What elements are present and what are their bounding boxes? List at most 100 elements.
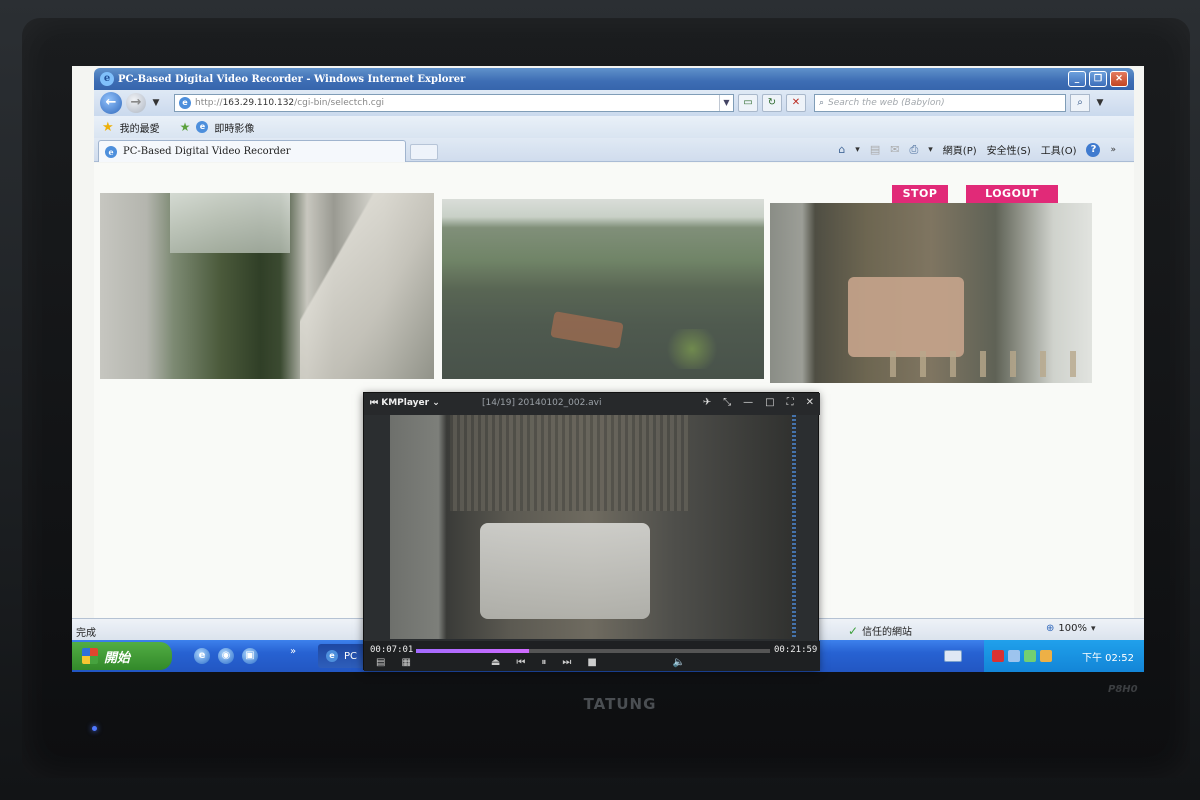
print-dropdown-icon[interactable]: ▾ — [928, 145, 933, 155]
camera-view-1[interactable] — [100, 193, 434, 379]
security-zone[interactable]: ✓ 信任的網站 — [848, 623, 913, 639]
restore-icon[interactable]: ❐ — [1089, 71, 1107, 87]
window-titlebar[interactable]: e PC-Based Digital Video Recorder - Wind… — [94, 68, 1134, 90]
kmplayer-control-bar: 00:07:01 00:21:59 ▤ ▦ ⏏ ⏮ ⏸ ⏭ ■ 🔈 — [364, 641, 820, 671]
elapsed-time: 00:07:01 — [370, 645, 414, 655]
volume-icon[interactable] — [1024, 650, 1036, 662]
address-input[interactable]: e http://163.29.110.132/cgi-bin/selectch… — [174, 94, 734, 112]
address-dropdown-icon[interactable]: ▼ — [719, 95, 733, 111]
logout-button[interactable]: LOGOUT — [966, 185, 1058, 203]
monitor-brand: TATUNG — [583, 695, 657, 713]
tray-app-icon[interactable] — [1040, 650, 1052, 662]
window-title: PC-Based Digital Video Recorder - Window… — [118, 73, 466, 85]
star-icon[interactable]: ★ — [102, 120, 114, 135]
minimize-icon[interactable]: _ — [1068, 71, 1086, 87]
close-icon[interactable]: ✕ — [806, 397, 814, 408]
home-dropdown-icon[interactable]: ▾ — [855, 145, 860, 155]
search-dropdown-icon[interactable]: ▼ — [1094, 98, 1106, 108]
pin-icon[interactable]: ✈ — [703, 397, 711, 408]
menu-icon[interactable]: ▤ — [376, 657, 385, 668]
home-icon[interactable]: ⌂ — [838, 143, 845, 156]
previous-icon[interactable]: ⏮ — [516, 657, 525, 668]
overflow-chevron-icon[interactable]: » — [1110, 145, 1116, 155]
camera-view-3[interactable] — [770, 203, 1092, 383]
keyboard-icon[interactable] — [944, 650, 962, 662]
quicklaunch-ie-icon[interactable]: e — [194, 648, 210, 664]
page-ie-icon: e — [179, 97, 191, 109]
quicklaunch-media-icon[interactable]: ◉ — [218, 648, 234, 664]
tab-title: PC-Based Digital Video Recorder — [123, 146, 291, 157]
stop-icon[interactable]: ■ — [587, 657, 596, 668]
address-host: 163.29.110.132 — [222, 98, 295, 108]
address-path: /cgi-bin/selectch.cgi — [294, 98, 384, 108]
total-time: 00:21:59 — [774, 645, 818, 655]
maximize-icon[interactable]: □ — [765, 397, 774, 408]
menu-tools[interactable]: 工具(O) — [1041, 142, 1077, 157]
zoom-dropdown-icon[interactable]: ▾ — [1091, 624, 1096, 634]
kmplayer-window[interactable]: ⏮ KMPlayer ⌄ [14/19] 20140102_002.avi ✈ … — [363, 392, 820, 671]
kmplayer-window-controls: ✈ ⤡ — □ ⛶ ✕ — [703, 397, 814, 408]
favorite-link[interactable]: 即時影像 — [214, 120, 254, 135]
status-text: 完成 — [76, 628, 96, 639]
address-prefix: http:// — [195, 98, 223, 108]
playback-controls: ▤ ▦ ⏏ ⏮ ⏸ ⏭ ■ 🔈 — [376, 657, 685, 668]
network-icon[interactable] — [1008, 650, 1020, 662]
system-tray: 下午 02:52 — [984, 640, 1144, 672]
zoom-icon: ⊕ — [1046, 623, 1055, 634]
quicklaunch-more-icon[interactable]: » — [290, 646, 296, 657]
start-button[interactable]: 開始 — [72, 642, 172, 670]
kmplayer-file-label: [14/19] 20140102_002.avi — [482, 398, 602, 408]
compat-view-icon[interactable]: ▭ — [738, 94, 758, 112]
back-arrow-icon[interactable]: ← — [100, 92, 122, 114]
history-dropdown-icon[interactable]: ▼ — [150, 98, 162, 108]
quicklaunch-desktop-icon[interactable]: ▣ — [242, 648, 258, 664]
taskbar-item-label: PC — [344, 650, 358, 662]
search-placeholder: Search the web (Babylon) — [828, 98, 945, 108]
help-icon[interactable]: ? — [1086, 142, 1101, 157]
tab-bar: e PC-Based Digital Video Recorder ⌂ ▾ ▤ … — [94, 138, 1134, 162]
pause-icon[interactable]: ⏸ — [541, 657, 546, 668]
tab-dvr[interactable]: e PC-Based Digital Video Recorder — [98, 140, 406, 162]
window-controls: _ ❐ ✕ — [1068, 71, 1128, 87]
eject-icon[interactable]: ⏏ — [491, 657, 500, 668]
menu-page[interactable]: 網頁(P) — [943, 142, 977, 157]
open-icon[interactable]: ▦ — [401, 657, 410, 668]
stop-button[interactable]: STOP — [892, 185, 948, 203]
zoom-control[interactable]: ⊕ 100% ▾ — [1046, 623, 1096, 634]
close-icon[interactable]: ✕ — [1110, 71, 1128, 87]
address-toolbar: ← → ▼ e http://163.29.110.132/cgi-bin/se… — [94, 90, 1134, 116]
antivirus-icon[interactable] — [992, 650, 1004, 662]
check-icon: ✓ — [848, 623, 859, 638]
compact-icon[interactable]: ⤡ — [723, 397, 731, 408]
volume-icon[interactable]: 🔈 — [673, 657, 685, 668]
stop-load-icon[interactable]: ✕ — [786, 94, 806, 112]
zoom-level: 100% — [1058, 623, 1087, 634]
fullscreen-icon[interactable]: ⛶ — [787, 397, 794, 408]
side-seek-rail[interactable] — [792, 415, 796, 639]
new-tab-button[interactable] — [410, 144, 438, 160]
kmplayer-titlebar[interactable]: ⏮ KMPlayer ⌄ [14/19] 20140102_002.avi ✈ … — [364, 393, 820, 415]
monitor-model: P8H0 — [1108, 684, 1138, 695]
seek-progress — [416, 649, 530, 653]
print-icon[interactable]: ⎙ — [909, 143, 918, 157]
zone-label: 信任的網站 — [862, 627, 913, 638]
video-frame[interactable] — [390, 415, 794, 639]
minimize-icon[interactable]: — — [743, 397, 753, 408]
favorites-bar: ★ 我的最愛 ★ e 即時影像 — [94, 116, 1134, 138]
forward-arrow-icon[interactable]: → — [126, 93, 146, 113]
kmplayer-app-name: KMPlayer — [381, 398, 430, 408]
windows-flag-icon — [82, 648, 98, 664]
search-icon[interactable]: ⌕ — [1070, 94, 1090, 112]
seek-bar[interactable] — [416, 649, 770, 653]
menu-safety[interactable]: 安全性(S) — [987, 142, 1031, 157]
refresh-icon[interactable]: ↻ — [762, 94, 782, 112]
feed-icon[interactable]: ▤ — [870, 143, 880, 156]
next-icon[interactable]: ⏭ — [562, 657, 571, 668]
camera-view-2[interactable] — [442, 199, 764, 379]
mail-icon[interactable]: ✉ — [890, 143, 899, 156]
search-input[interactable]: ⌕ Search the web (Babylon) — [814, 94, 1066, 112]
power-led-icon — [92, 726, 97, 731]
kmplayer-brand[interactable]: ⏮ KMPlayer ⌄ — [370, 398, 440, 408]
add-favorite-icon[interactable]: ★ — [180, 120, 191, 134]
favorites-button[interactable]: 我的最愛 — [120, 120, 160, 135]
